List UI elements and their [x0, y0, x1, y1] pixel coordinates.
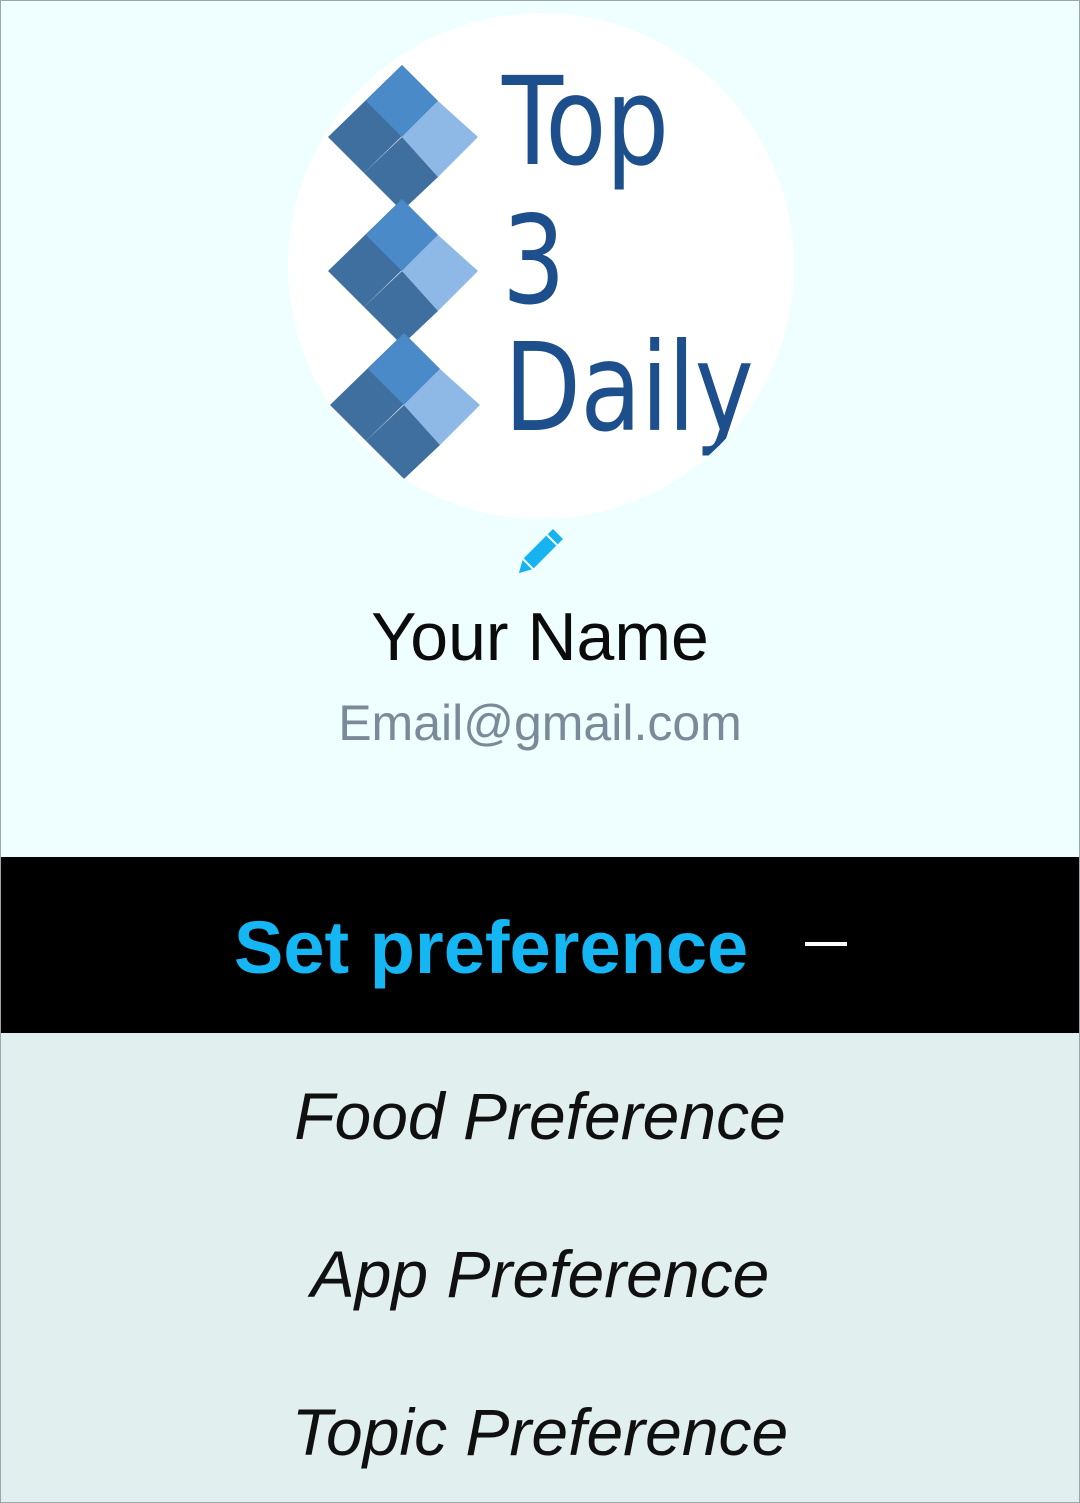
preference-item-app[interactable]: App Preference	[1, 1234, 1079, 1314]
preference-item-food[interactable]: Food Preference	[1, 1076, 1079, 1156]
user-name: Your Name	[371, 599, 709, 675]
set-preference-title[interactable]: Set preference	[234, 905, 748, 991]
logo-text-top: Top	[502, 51, 669, 193]
logo-text-daily: Daily	[504, 317, 754, 459]
app-frame: Top 3 Daily Your Name Email@gmail.com Se…	[0, 0, 1080, 1503]
preference-item-topic[interactable]: Topic Preference	[1, 1392, 1079, 1472]
profile-section: Top 3 Daily Your Name Email@gmail.com	[1, 1, 1079, 857]
edit-profile-pencil-icon[interactable]	[515, 525, 567, 577]
profile-avatar[interactable]: Top 3 Daily	[288, 13, 794, 519]
user-email: Email@gmail.com	[338, 695, 742, 751]
collapse-minus-icon[interactable]	[803, 937, 849, 951]
logo-text-3: 3	[502, 190, 566, 332]
